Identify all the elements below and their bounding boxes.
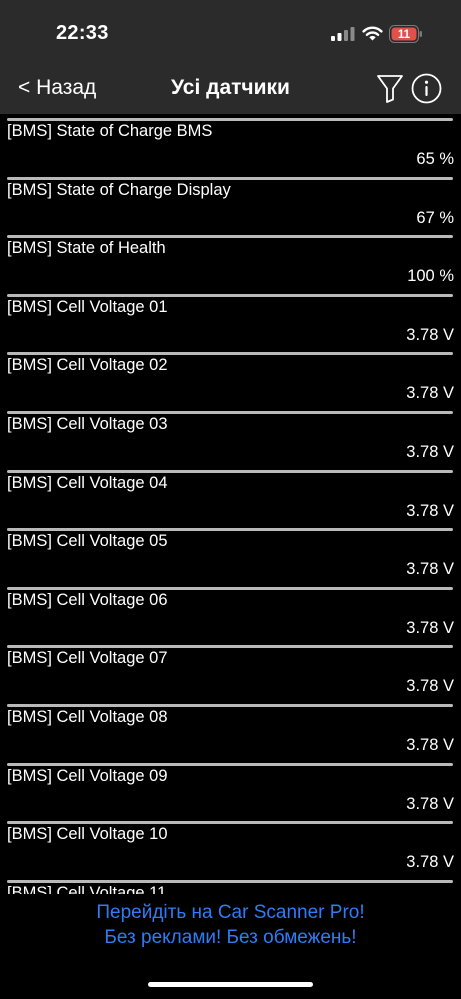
sensor-name: [BMS] Cell Voltage 11 (7, 883, 167, 894)
sensor-name: [BMS] Cell Voltage 06 (7, 590, 168, 609)
sensor-value: 67 % (416, 208, 454, 227)
sensor-row[interactable]: [BMS] Cell Voltage 05 3.78 V (0, 524, 461, 583)
sensor-row[interactable]: [BMS] State of Health 100 % (0, 231, 461, 290)
sensor-value: 3.78 V (406, 384, 454, 403)
status-bar: 22:33 11 (0, 0, 461, 64)
sensor-name: [BMS] State of Charge Display (7, 180, 231, 199)
sensor-name: [BMS] Cell Voltage 10 (7, 825, 168, 844)
sensor-name: [BMS] Cell Voltage 05 (7, 532, 168, 551)
sensor-row[interactable]: [BMS] Cell Voltage 02 3.78 V (0, 348, 461, 407)
sensor-value: 3.78 V (406, 325, 454, 344)
sensor-name: [BMS] Cell Voltage 07 (7, 649, 168, 668)
sensor-row[interactable]: [BMS] Cell Voltage 04 3.78 V (0, 466, 461, 525)
home-indicator[interactable] (148, 982, 313, 987)
cellular-signal-icon (331, 27, 355, 41)
sensor-name: [BMS] Cell Voltage 03 (7, 414, 168, 433)
sensor-list[interactable]: [BMS] State of Charge BMS 65 % [BMS] Sta… (0, 114, 461, 894)
sensor-name: [BMS] State of Charge BMS (7, 122, 213, 140)
sensor-row[interactable]: [BMS] Cell Voltage 09 3.78 V (0, 759, 461, 818)
navigation-bar: < Назад Усі датчики (0, 64, 461, 114)
battery-icon: 11 (389, 25, 422, 43)
sensor-value: 3.78 V (406, 794, 454, 813)
back-button[interactable]: < Назад (18, 76, 96, 100)
sensor-row[interactable]: [BMS] Cell Voltage 07 3.78 V (0, 641, 461, 700)
promo-banner[interactable]: Перейдіть на Car Scanner Pro! Без реклам… (0, 894, 461, 999)
sensor-row[interactable]: [BMS] State of Charge BMS 65 % (0, 114, 461, 173)
sensor-name: [BMS] Cell Voltage 04 (7, 473, 168, 492)
sensor-value: 3.78 V (406, 735, 454, 754)
info-icon[interactable] (411, 73, 442, 104)
sensor-row[interactable]: [BMS] Cell Voltage 11 (0, 876, 461, 894)
sensor-name: [BMS] State of Health (7, 239, 166, 258)
sensor-value: 3.78 V (406, 560, 454, 579)
sensor-row[interactable]: [BMS] State of Charge Display 67 % (0, 173, 461, 232)
sensor-name: [BMS] Cell Voltage 02 (7, 356, 168, 375)
status-time: 22:33 (56, 22, 109, 44)
sensor-value: 100 % (407, 267, 454, 286)
sensor-value: 3.78 V (406, 442, 454, 461)
sensor-row[interactable]: [BMS] Cell Voltage 01 3.78 V (0, 290, 461, 349)
filter-icon[interactable] (376, 74, 404, 104)
svg-text:11: 11 (398, 29, 411, 41)
sensor-value: 3.78 V (406, 677, 454, 696)
sensor-row[interactable]: [BMS] Cell Voltage 08 3.78 V (0, 700, 461, 759)
sensor-row[interactable]: [BMS] Cell Voltage 10 3.78 V (0, 817, 461, 876)
wifi-icon (362, 26, 383, 41)
sensor-value: 65 % (416, 150, 454, 168)
sensor-row[interactable]: [BMS] Cell Voltage 06 3.78 V (0, 583, 461, 642)
sensor-name: [BMS] Cell Voltage 08 (7, 707, 168, 726)
sensor-value: 3.78 V (406, 501, 454, 520)
promo-line-2[interactable]: Без реклами! Без обмежень! (0, 927, 461, 949)
promo-line-1[interactable]: Перейдіть на Car Scanner Pro! (0, 902, 461, 924)
sensor-name: [BMS] Cell Voltage 01 (7, 297, 168, 316)
sensor-value: 3.78 V (406, 618, 454, 637)
sensor-name: [BMS] Cell Voltage 09 (7, 766, 168, 785)
sensor-value: 3.78 V (406, 853, 454, 872)
sensor-row[interactable]: [BMS] Cell Voltage 03 3.78 V (0, 407, 461, 466)
